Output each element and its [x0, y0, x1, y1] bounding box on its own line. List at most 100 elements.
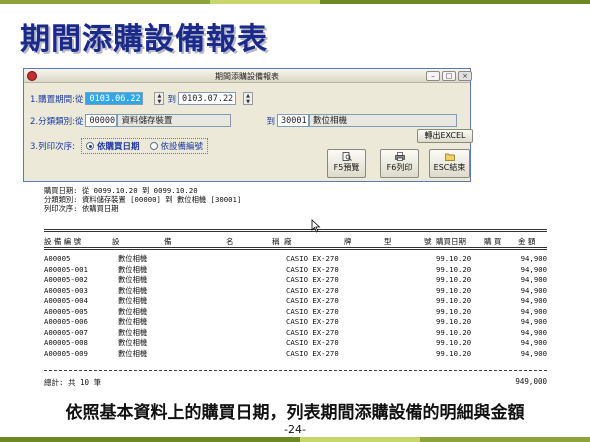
row-date: 99.10.20: [436, 327, 472, 337]
row-amount: 94,900: [520, 285, 547, 295]
slide-caption: 依照基本資料上的購買日期，列表期間添購設備的明細與金額: [65, 403, 525, 423]
col-name-4: 稱: [272, 237, 280, 246]
order-option-id[interactable]: 依設備編號: [149, 140, 204, 152]
row-date: 99.10.20: [436, 338, 472, 347]
table-row: A00005-001 數位相機 CASIO EX-270 99.10.20 94,900: [44, 265, 547, 276]
report-header-category: 分類類別: 資料儲存裝置 [00000] 到 數位相機 [30001]: [44, 195, 242, 204]
row-brand: CASIO EX-270: [286, 254, 339, 263]
row-date: 99.10.20: [436, 275, 472, 284]
report-header: 購買日期: 從 0099.10.20 到 0099.10.20 分類類別: 資料…: [44, 186, 241, 213]
row-brand: CASIO EX-270: [286, 296, 339, 305]
category-to-name: 數位相機: [309, 114, 457, 127]
report-header-order: 列印次序: 依購買日期: [44, 204, 119, 213]
row-amount: 94,900: [520, 275, 547, 284]
radio-selected-icon: [85, 142, 94, 150]
row-date: 99.10.20: [436, 348, 472, 358]
col-name-1: 設: [112, 237, 120, 246]
maximize-button[interactable]: □: [442, 71, 456, 81]
window-title: 期間添購設備報表: [215, 72, 279, 81]
row-date: 99.10.20: [436, 296, 472, 305]
period-from-input[interactable]: 0103.06.22: [85, 92, 144, 105]
slide-top-bar: [0, 0, 590, 4]
window-titlebar: 期間添購設備報表 – □ ×: [24, 69, 472, 83]
table-row: A00005-007 數位相機 CASIO EX-270 99.10.20 94,900: [44, 328, 547, 339]
preview-button[interactable]: F5預覽: [327, 149, 366, 178]
row-date: 99.10.20: [436, 317, 472, 326]
row-brand: CASIO EX-270: [286, 264, 339, 274]
period-to-spinner[interactable]: ▲ ▼: [243, 92, 253, 105]
page-number: -24-: [284, 423, 306, 436]
order-row: 3.列印次序: 依購買日期 依設備編號: [30, 138, 209, 154]
category-to-code-input[interactable]: 30001: [277, 114, 309, 127]
report-rule-header: [44, 247, 547, 250]
exit-button[interactable]: ESC結束: [429, 149, 470, 178]
category-from-code-input[interactable]: 00000: [85, 114, 118, 127]
close-button[interactable]: ×: [458, 71, 472, 81]
report-header-date: 購買日期: 從 0099.10.20 到 0099.10.20: [44, 186, 198, 195]
row-name: 數位相機: [118, 285, 148, 295]
report-rule-top: [44, 229, 547, 232]
preview-label: F5預覽: [333, 163, 360, 172]
category-to-label: 到: [266, 116, 275, 127]
row-brand: CASIO EX-270: [286, 306, 339, 316]
order-radio-group: 依購買日期 依設備編號: [80, 138, 209, 154]
table-row: A00005-005 數位相機 CASIO EX-270 99.10.20 94,900: [44, 307, 547, 318]
exit-label: ESC結束: [433, 163, 466, 172]
row-amount: 94,900: [520, 348, 547, 358]
row-id: A00005-008: [44, 338, 88, 347]
category-label: 2.分類類別:從: [30, 116, 84, 127]
row-name: 數位相機: [118, 264, 148, 274]
report-rule-bottom: [44, 370, 547, 371]
folder-exit-icon: [444, 153, 455, 161]
col-amount-2: 金 額: [518, 237, 536, 246]
radio-unselected-icon: [149, 142, 158, 150]
row-amount: 94,900: [520, 296, 547, 305]
row-amount: 94,900: [520, 338, 547, 347]
table-row: A00005-008 數位相機 CASIO EX-270 99.10.20 94,900: [44, 338, 547, 349]
total-amount: 949,000: [515, 377, 547, 386]
row-brand: CASIO EX-270: [286, 338, 339, 347]
row-amount: 94,900: [520, 317, 547, 326]
row-date: 99.10.20: [436, 264, 472, 274]
row-name: 數位相機: [118, 338, 148, 347]
row-date: 99.10.20: [436, 254, 472, 263]
row-name: 數位相機: [118, 327, 148, 337]
table-row: A00005-003 數位相機 CASIO EX-270 99.10.20 94,900: [44, 286, 547, 297]
col-name-2: 備: [164, 237, 172, 246]
order-label: 3.列印次序:: [30, 142, 75, 152]
table-row: A00005 數位相機 CASIO EX-270 99.10.20 94,900: [44, 254, 547, 265]
preview-icon: [342, 152, 352, 161]
col-date: 購買日期: [436, 237, 466, 246]
report-window: 期間添購設備報表 – □ × 1.購置期間:從 0103.06.22 ▲ ▼ 到 …: [23, 68, 473, 182]
printer-icon: [394, 152, 405, 161]
period-from-spinner[interactable]: ▲ ▼: [154, 92, 165, 105]
row-brand: CASIO EX-270: [286, 275, 339, 284]
table-row: A00005-004 數位相機 CASIO EX-270 99.10.20 94,900: [44, 296, 547, 307]
minimize-button[interactable]: –: [426, 71, 440, 81]
category-from-name: 資料儲存裝置: [117, 114, 232, 127]
row-id: A00005-009: [44, 348, 88, 358]
col-id: 設 備 編 號: [44, 237, 82, 246]
report-column-headers: 設 備 編 號 設 備 名 稱 廠 牌 型 號 購買日期 購 買 金 額: [44, 236, 547, 246]
col-brand-2: 牌: [344, 237, 352, 246]
row-name: 數位相機: [118, 348, 148, 358]
col-name-3: 名: [226, 237, 234, 246]
row-amount: 94,900: [520, 264, 547, 274]
row-id: A00005-003: [44, 285, 88, 295]
row-brand: CASIO EX-270: [286, 317, 339, 326]
print-button[interactable]: F6列印: [380, 149, 419, 178]
row-id: A00005-007: [44, 327, 88, 337]
period-to-input[interactable]: 0103.07.22: [178, 92, 236, 105]
row-brand: CASIO EX-270: [286, 285, 339, 295]
row-amount: 94,900: [520, 327, 547, 337]
row-id: A00005-005: [44, 306, 88, 316]
col-amount-1: 購 買: [484, 237, 502, 246]
order-option-date[interactable]: 依購買日期: [85, 140, 140, 152]
export-excel-button[interactable]: 轉出EXCEL: [417, 129, 473, 143]
report-rows: A00005 數位相機 CASIO EX-270 99.10.20 94,900 A00…: [44, 254, 547, 359]
order-option-date-label: 依購買日期: [96, 142, 140, 152]
row-date: 99.10.20: [436, 306, 472, 316]
slide-bottom-bar: [0, 437, 590, 442]
order-option-id-label: 依設備編號: [160, 142, 204, 152]
total-label: 總計: 共 10 筆: [44, 378, 102, 387]
